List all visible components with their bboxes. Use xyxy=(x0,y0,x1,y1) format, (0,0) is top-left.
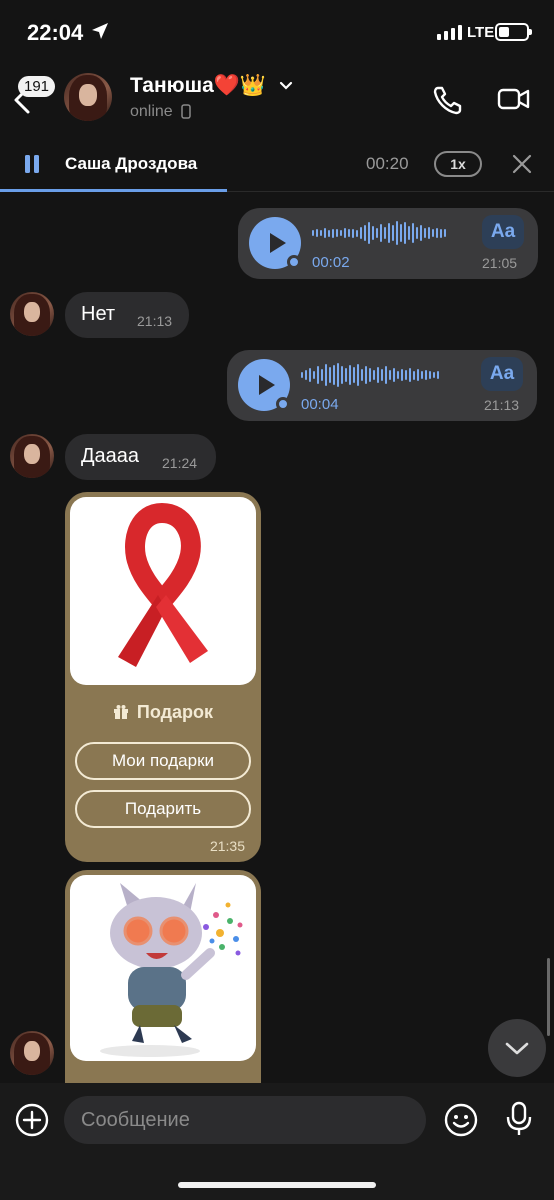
waveform[interactable] xyxy=(301,360,439,390)
emoji-icon[interactable] xyxy=(444,1103,478,1137)
gift-label: Подарок xyxy=(65,702,261,723)
status-time: 22:04 xyxy=(27,20,84,45)
player-track-name[interactable]: Саша Дроздова xyxy=(65,154,197,174)
message-text: Даааа xyxy=(81,445,140,467)
video-camera-icon[interactable] xyxy=(497,86,531,112)
text-message[interactable]: Нет 21:13 xyxy=(65,292,189,338)
voice-duration: 00:02 xyxy=(312,254,350,271)
home-indicator xyxy=(178,1182,376,1188)
plus-icon[interactable] xyxy=(15,1103,49,1137)
chevron-down-icon[interactable] xyxy=(278,80,294,92)
message-time: 21:13 xyxy=(484,397,520,413)
microphone-icon[interactable] xyxy=(505,1101,533,1137)
contact-status: online xyxy=(130,103,191,121)
sender-avatar[interactable] xyxy=(10,434,54,478)
contact-name-text: Танюша❤️👑 xyxy=(130,74,267,97)
scrollbar[interactable] xyxy=(547,958,550,1036)
voice-duration: 00:04 xyxy=(301,396,339,413)
message-input-placeholder: Сообщение xyxy=(81,1109,190,1131)
contact-name[interactable]: Танюша❤️👑 xyxy=(130,74,294,98)
signal-icon xyxy=(437,25,462,40)
message-time: 21:24 xyxy=(162,455,198,471)
voice-message[interactable]: Aa 00:02 21:05 xyxy=(238,208,538,279)
gift-image[interactable] xyxy=(70,497,256,685)
player-elapsed-time: 00:20 xyxy=(366,154,409,173)
gift-message[interactable]: Подарок Мои подарки Подарить 21:35 xyxy=(65,492,261,862)
battery-icon xyxy=(495,23,532,41)
play-icon[interactable] xyxy=(249,217,301,269)
transcribe-button[interactable]: Aa xyxy=(482,215,524,249)
waveform[interactable] xyxy=(312,218,446,248)
phone-icon[interactable] xyxy=(432,84,466,116)
network-label: LTE xyxy=(467,24,495,41)
player-progress xyxy=(0,189,228,192)
message-input[interactable]: Сообщение xyxy=(64,1096,426,1144)
sender-avatar[interactable] xyxy=(10,292,54,336)
voice-message[interactable]: Aa 00:04 21:13 xyxy=(227,350,537,421)
sender-avatar[interactable] xyxy=(10,1031,54,1075)
mobile-icon xyxy=(181,104,191,120)
unread-badge[interactable]: 191 xyxy=(18,76,56,97)
playback-speed-button[interactable]: 1x xyxy=(434,151,482,177)
gift-message[interactable] xyxy=(65,870,261,1084)
gift-image[interactable] xyxy=(70,875,256,1061)
transcribe-button[interactable]: Aa xyxy=(481,357,523,391)
red-ribbon-image xyxy=(118,502,208,667)
play-icon[interactable] xyxy=(238,359,290,411)
pause-icon[interactable] xyxy=(24,154,40,174)
message-time: 21:35 xyxy=(209,838,245,854)
cat-sticker-image xyxy=(100,883,243,1057)
contact-avatar[interactable] xyxy=(64,73,112,121)
message-time: 21:13 xyxy=(137,313,173,329)
close-icon[interactable] xyxy=(512,154,532,174)
my-gifts-button[interactable]: Мои подарки xyxy=(75,742,251,780)
message-text: Нет xyxy=(81,303,116,325)
chevron-down-icon xyxy=(505,1042,529,1055)
text-message[interactable]: Даааа 21:24 xyxy=(65,434,216,480)
message-time: 21:05 xyxy=(482,255,518,271)
give-gift-button[interactable]: Подарить xyxy=(75,790,251,828)
location-arrow-icon xyxy=(92,23,108,39)
scroll-down-button[interactable] xyxy=(488,1019,546,1077)
gift-icon xyxy=(113,705,128,719)
